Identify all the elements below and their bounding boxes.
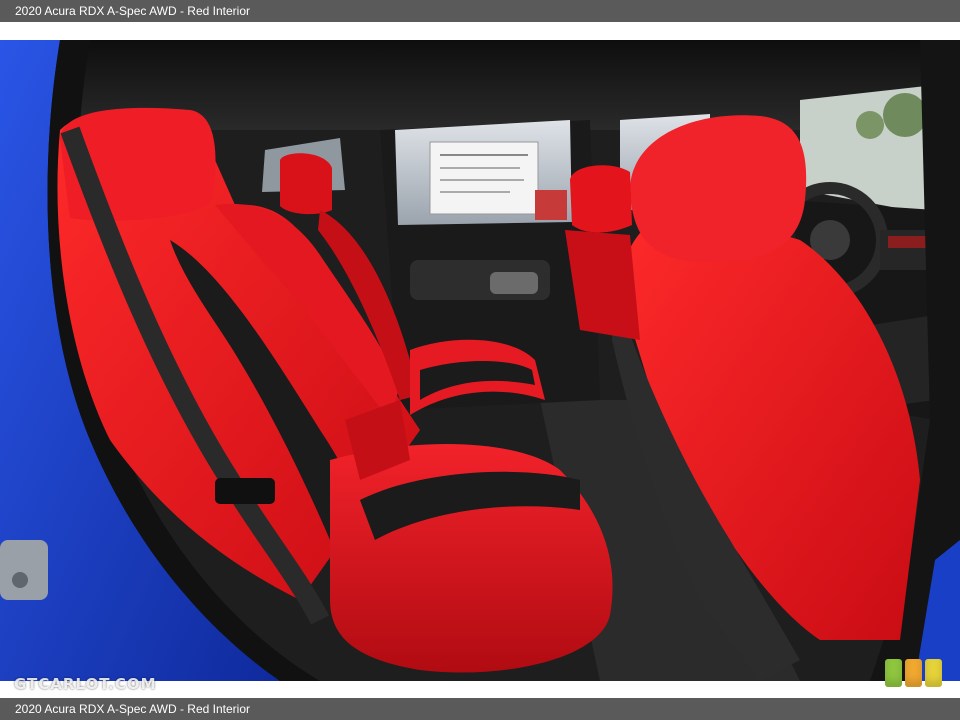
swatch-yellow [925, 659, 942, 687]
watermark-text: GTCARLOT.COM [14, 675, 157, 693]
swatch-green [885, 659, 902, 687]
interior-photo-art [0, 40, 960, 681]
swatch-orange [905, 659, 922, 687]
caption-title-top: 2020 Acura RDX A-Spec AWD - Red Interior [15, 4, 250, 18]
color-swatch-icon [885, 659, 942, 687]
interior-photo [0, 40, 960, 681]
caption-title-bottom: 2020 Acura RDX A-Spec AWD - Red Interior [15, 702, 250, 716]
caption-bar-bottom: 2020 Acura RDX A-Spec AWD - Red Interior [0, 698, 960, 720]
caption-bar-top: 2020 Acura RDX A-Spec AWD - Red Interior [0, 0, 960, 22]
